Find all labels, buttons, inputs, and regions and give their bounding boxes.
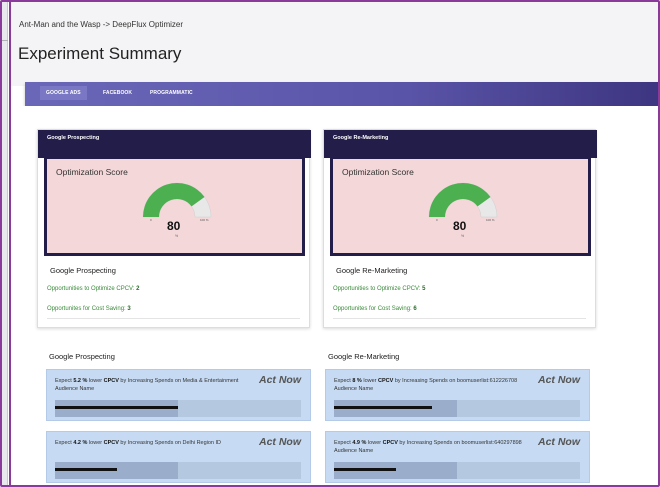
recommendation-text: Expect 4.9 % lower CPCV by Increasing Sp… [334,439,524,455]
score-card-title: Google Re-Marketing [336,266,408,275]
cost-saving-opportunities: Opportunites for Cost Saving: 3 [47,306,131,312]
optimization-score-panel: Optimization Score 0 100 % 80 % [44,156,305,256]
recommendation-progress-fill [55,406,178,409]
gauge-min-label: 0 [150,218,152,222]
rec-mid: lower [87,378,104,384]
gauge-max-label: 100 % [486,218,495,222]
optimization-gauge [428,182,498,218]
score-card-header: Google Prospecting [38,130,311,158]
recommendation-card: Expect 4.2 % lower CPCV by Increasing Sp… [46,431,311,483]
score-card-google-prospecting: Google Prospecting Optimization Score 0 … [37,129,311,328]
optimization-score-value: 80 [167,219,181,233]
rec-metric: CPCV [382,440,398,446]
cost-saving-opportunities: Opportunites for Cost Saving: 6 [333,306,417,312]
rec-percent: 4.2 % [73,440,88,446]
score-unit: % [461,234,465,238]
rec-percent: 4.9 % [352,440,367,446]
act-now-button[interactable]: Act Now [538,374,580,386]
rec-prefix: Expect [334,378,353,384]
rec-percent: 8 % [352,378,362,384]
recommendation-progress-fill [334,406,433,409]
act-now-button[interactable]: Act Now [259,436,301,448]
optimization-score-label: Optimization Score [56,167,128,177]
rec-prefix: Expect [55,378,74,384]
rec-metric: CPCV [378,378,394,384]
page-header: Ant-Man and the Wasp -> DeepFlux Optimiz… [11,2,658,86]
cost-saving-count: 6 [413,306,417,312]
optimize-opportunities-count: 5 [422,286,426,292]
card-divider [47,318,300,319]
optimize-opportunities-label: Opportunities to Optimize CPCV: [333,286,421,292]
cost-saving-label: Opportunites for Cost Saving: [333,306,412,312]
tab-facebook[interactable]: FACEBOOK [97,86,138,100]
rec-mid: lower [366,440,383,446]
rec-metric: CPCV [103,440,119,446]
recommendation-progress-track [55,462,301,479]
optimization-score-value: 80 [453,219,467,233]
gauge-max-label: 100 % [200,218,209,222]
breadcrumb[interactable]: Ant-Man and the Wasp -> DeepFlux Optimiz… [19,20,183,29]
section-title-google-prospecting: Google Prospecting [49,352,115,361]
channel-tab-bar: GOOGLE ADS FACEBOOK PROGRAMMATIC [25,82,658,106]
optimize-opportunities: Opportunities to Optimize CPCV: 5 [333,286,426,292]
recommendation-progress-track [334,462,580,479]
optimization-score-panel: Optimization Score 0 100 % 80 % [330,156,591,256]
rec-mid: lower [87,440,104,446]
rec-mid: lower [361,378,379,384]
card-divider [333,318,586,319]
recommendation-progress-track [334,400,580,417]
score-unit: % [175,234,179,238]
act-now-button[interactable]: Act Now [259,374,301,386]
recommendation-text: Expect 8 % lower CPCV by Increasing Spen… [334,377,524,393]
recommendation-card: Expect 8 % lower CPCV by Increasing Spen… [325,369,590,421]
optimization-gauge [142,182,212,218]
optimize-opportunities: Opportunities to Optimize CPCV: 2 [47,286,140,292]
recommendation-card: Expect 4.9 % lower CPCV by Increasing Sp… [325,431,590,483]
rec-percent: 5.2 % [73,378,88,384]
experiment-content: Google Prospecting Optimization Score 0 … [11,106,658,485]
side-panel-edge [2,2,8,485]
rec-metric: CPCV [103,378,119,384]
cost-saving-count: 3 [127,306,131,312]
recommendation-progress-track [55,400,301,417]
section-title-google-remarketing: Google Re-Marketing [328,352,400,361]
rec-prefix: Expect [55,440,74,446]
side-panel-divider [2,40,8,41]
optimize-opportunities-label: Opportunities to Optimize CPCV: [47,286,135,292]
page-title: Experiment Summary [18,44,182,63]
cost-saving-label: Opportunites for Cost Saving: [47,306,126,312]
optimization-score-label: Optimization Score [342,167,414,177]
rec-prefix: Expect [334,440,353,446]
score-card-header: Google Re-Marketing [324,130,597,158]
recommendation-text: Expect 5.2 % lower CPCV by Increasing Sp… [55,377,245,393]
recommendation-card: Expect 5.2 % lower CPCV by Increasing Sp… [46,369,311,421]
score-card-title: Google Prospecting [50,266,116,275]
recommendation-text: Expect 4.2 % lower CPCV by Increasing Sp… [55,439,245,447]
tab-google-ads[interactable]: GOOGLE ADS [40,86,87,100]
gauge-min-label: 0 [436,218,438,222]
act-now-button[interactable]: Act Now [538,436,580,448]
tab-programmatic[interactable]: PROGRAMMATIC [144,86,199,100]
optimize-opportunities-count: 2 [136,286,140,292]
score-card-google-remarketing: Google Re-Marketing Optimization Score 0… [323,129,597,328]
recommendation-progress-fill [55,468,117,471]
rec-detail: by Increasing Spends on Delhi Region ID [118,440,222,446]
recommendation-progress-fill [334,468,396,471]
main-panel: Ant-Man and the Wasp -> DeepFlux Optimiz… [9,2,658,485]
